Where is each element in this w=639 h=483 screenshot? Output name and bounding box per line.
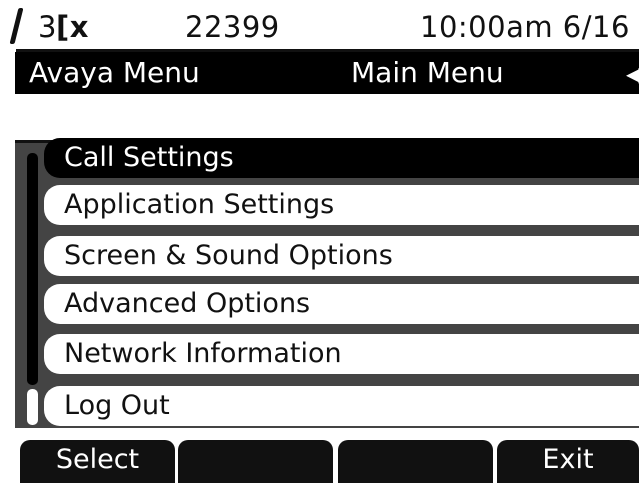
menu-item-call-settings[interactable]: Call Settings [44,138,639,178]
scrollbar[interactable] [20,153,42,428]
title-bar: Avaya Menu Main Menu ◀▶ [15,52,639,94]
softkey-select[interactable]: Select [20,440,175,483]
menu-item-screen-sound-options[interactable]: Screen & Sound Options [44,236,639,276]
softkey-3[interactable] [338,440,493,483]
status-tick-icon [9,8,24,44]
menu-item-label: Log Out [64,390,170,421]
softkey-bar: Select Exit [15,428,639,483]
menu-item-network-information[interactable]: Network Information [44,334,639,374]
status-bar: 3 [x 22399 10:00am 6/16 [0,0,639,52]
menu-item-label: Application Settings [64,189,335,220]
missed-call-icon: [x [56,10,89,44]
prompt-line [15,94,639,140]
scrollbar-thumb[interactable] [27,389,38,425]
menu-item-log-out[interactable]: Log Out [44,386,639,426]
softkey-label: Exit [542,444,594,475]
line-label: 3 [38,10,57,44]
left-right-arrows-icon[interactable]: ◀▶ [626,64,639,84]
menu-item-label: Network Information [64,338,342,369]
menu-item-label: Call Settings [64,142,234,173]
menu-item-advanced-options[interactable]: Advanced Options [44,284,639,324]
menu-item-label: Screen & Sound Options [64,240,393,271]
extension-number: 22399 [185,10,280,44]
menu-item-application-settings[interactable]: Application Settings [44,185,639,225]
main-menu-title: Main Menu [351,56,504,89]
menu-item-label: Advanced Options [64,288,311,319]
softkey-2[interactable] [178,440,333,483]
softkey-label: Select [55,444,140,475]
softkey-exit[interactable]: Exit [497,440,639,483]
time-date: 10:00am 6/16 [420,10,630,44]
scrollbar-track [27,153,38,385]
avaya-menu-title: Avaya Menu [29,56,200,89]
